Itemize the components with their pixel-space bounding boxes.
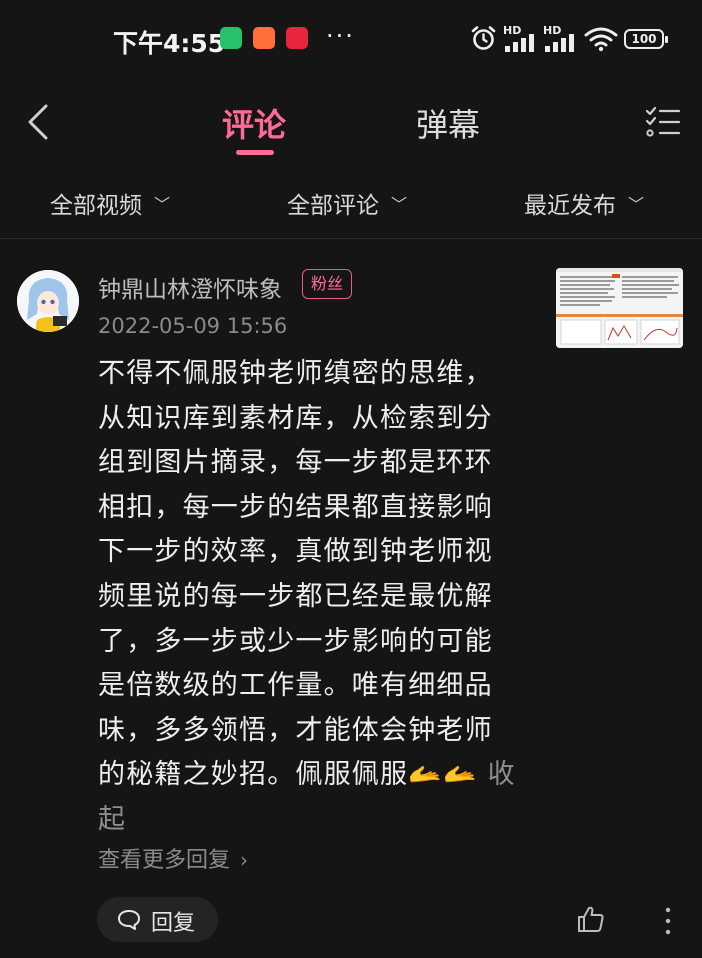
comment-username[interactable]: 钟鼎山林澄怀味象 bbox=[98, 270, 282, 304]
battery-indicator: 100 bbox=[624, 29, 668, 49]
filter-label: 全部评论 bbox=[287, 193, 379, 219]
tab-danmaku[interactable]: 弹幕 bbox=[416, 100, 480, 146]
filter-all-comments[interactable]: 全部评论 ﹀ bbox=[287, 186, 407, 220]
active-tab-indicator bbox=[236, 150, 274, 155]
clap-emoji: 🫴🫴 bbox=[408, 759, 478, 791]
avatar-illustration bbox=[17, 270, 79, 332]
checklist-icon[interactable] bbox=[645, 106, 681, 138]
cell-signal-2-icon bbox=[545, 34, 574, 52]
view-more-replies-link[interactable]: 查看更多回复 › bbox=[98, 842, 248, 874]
filter-label: 最近发布 bbox=[524, 193, 616, 219]
back-icon[interactable] bbox=[24, 100, 54, 144]
divider bbox=[0, 238, 702, 239]
status-time: 下午4:55 bbox=[113, 29, 226, 58]
thumbs-up-icon[interactable] bbox=[576, 904, 606, 934]
wifi-icon bbox=[584, 27, 618, 52]
filter-label: 全部视频 bbox=[50, 193, 142, 219]
reply-button[interactable]: 回复 bbox=[97, 897, 218, 942]
video-thumbnail[interactable] bbox=[556, 268, 683, 348]
reply-label: 回复 bbox=[151, 911, 196, 936]
document-preview-image bbox=[556, 268, 683, 348]
comment-timestamp: 2022-05-09 15:56 bbox=[98, 314, 288, 338]
comment-text: 不得不佩服钟老师缜密的思维，从知识库到素材库，从检索到分组到图片摘录，每一步都是… bbox=[98, 358, 493, 791]
security-app-icon bbox=[220, 27, 242, 49]
shopping-app-icon bbox=[253, 27, 275, 49]
more-options-icon[interactable] bbox=[660, 906, 676, 936]
stock-app-icon bbox=[286, 27, 308, 49]
chevron-right-icon: › bbox=[240, 848, 249, 872]
view-more-replies-label: 查看更多回复 bbox=[98, 848, 231, 873]
more-notifications-icon: ··· bbox=[326, 22, 355, 50]
status-bar: 下午4:55 ··· HD HD 100 bbox=[0, 0, 702, 80]
tab-comments[interactable]: 评论 bbox=[222, 100, 286, 146]
avatar[interactable] bbox=[17, 270, 79, 332]
comment-body: 不得不佩服钟老师缜密的思维，从知识库到素材库，从检索到分组到图片摘录，每一步都是… bbox=[98, 352, 518, 843]
filter-all-videos[interactable]: 全部视频 ﹀ bbox=[50, 186, 170, 220]
chevron-down-icon: ﹀ bbox=[391, 195, 408, 214]
filter-recent[interactable]: 最近发布 ﹀ bbox=[524, 186, 644, 220]
alarm-icon bbox=[471, 26, 496, 50]
fan-badge: 粉丝 bbox=[302, 269, 352, 299]
speech-bubble-icon bbox=[118, 910, 140, 930]
chevron-down-icon: ﹀ bbox=[154, 195, 171, 214]
cell-signal-icon bbox=[505, 34, 534, 52]
chevron-down-icon: ﹀ bbox=[628, 195, 645, 214]
